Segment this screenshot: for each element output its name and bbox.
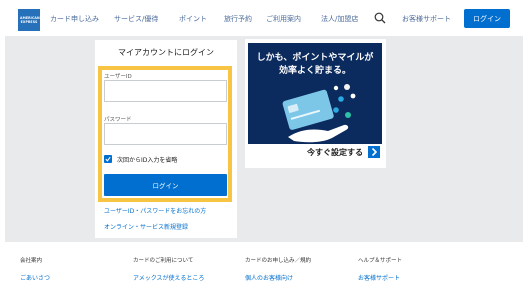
remember-checkbox[interactable] (104, 155, 112, 163)
register-online-link[interactable]: オンライン・サービス新規登録 (104, 222, 188, 231)
header-login-button[interactable]: ログイン (464, 9, 510, 28)
promo-cta-text[interactable]: 今すぐ設定する (307, 147, 363, 158)
footer-heading-company: 会社案内 (20, 258, 43, 264)
login-submit-button[interactable]: ログイン (104, 174, 227, 196)
nav-points[interactable]: ポイント (179, 14, 207, 24)
search-icon[interactable] (374, 12, 386, 24)
logo-line-2: EXPRESS (20, 20, 38, 24)
password-input[interactable] (104, 123, 227, 145)
nav-services[interactable]: サービス/優待 (114, 14, 158, 24)
footer-link-where-to-use[interactable]: アメックスが使えるところ (133, 273, 204, 282)
promo-image[interactable]: しかも、ポイントやマイルが 効率よく貯まる。 (248, 43, 382, 144)
chevron-right-icon[interactable] (368, 146, 380, 158)
userid-input[interactable] (104, 80, 227, 102)
checkmark-icon (105, 156, 111, 162)
userid-label: ユーザーID (104, 74, 132, 80)
footer-heading-help: ヘルプ＆サポート (358, 258, 403, 264)
password-label: パスワード (104, 117, 132, 123)
nav-card-apply[interactable]: カード申し込み (50, 14, 99, 24)
footer-link-greeting[interactable]: ごあいさつ (20, 273, 50, 282)
nav-usage-guide[interactable]: ご利用案内 (266, 14, 301, 24)
footer-heading-card-use: カードのご利用について (133, 258, 194, 264)
top-header: AMERICAN EXPRESS カード申し込み サービス/優待 ポイント 旅行… (0, 0, 528, 36)
nav-support[interactable]: お客様サポート (402, 14, 451, 24)
nav-travel[interactable]: 旅行予約 (224, 14, 252, 24)
nav-corporate[interactable]: 法人/加盟店 (321, 14, 358, 24)
card-hand-illustration (282, 84, 356, 143)
footer-heading-apply-terms: カードのお申し込み／規約 (245, 258, 312, 264)
login-title: マイアカウントにログイン (118, 48, 214, 57)
promo-line-1: しかも、ポイントやマイルが (256, 53, 374, 63)
amex-logo[interactable]: AMERICAN EXPRESS (18, 9, 40, 31)
remember-label: 次回からID入力を省略 (117, 157, 178, 164)
forgot-credentials-link[interactable]: ユーザーID・パスワードをお忘れの方 (104, 206, 206, 215)
footer-link-personal[interactable]: 個人のお客様向け (245, 273, 293, 282)
footer-link-support[interactable]: お客様サポート (358, 273, 400, 282)
